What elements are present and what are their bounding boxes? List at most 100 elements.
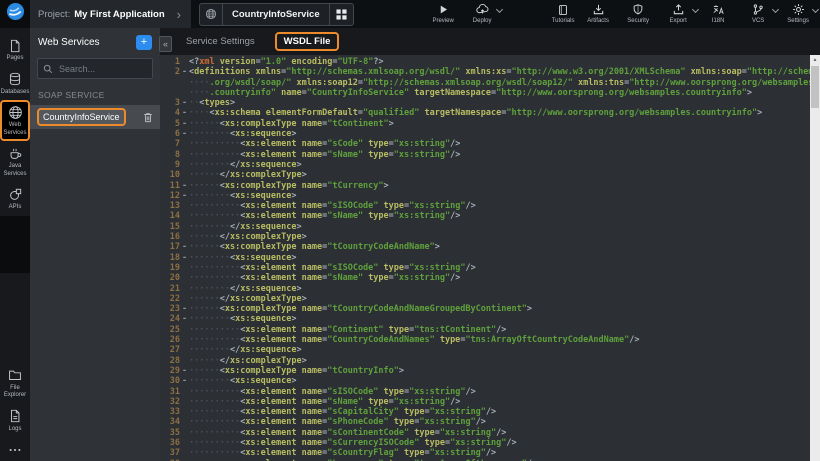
line-number[interactable]: 33: [160, 407, 180, 417]
code-line[interactable]: 31··········<xs:element name="sISOCode" …: [160, 387, 820, 397]
fold-marker[interactable]: -: [180, 119, 189, 129]
line-number[interactable]: 13: [160, 201, 180, 211]
fold-marker[interactable]: -: [180, 366, 189, 376]
search-box[interactable]: [37, 58, 153, 79]
scroll-up-arrow[interactable]: ▲: [810, 55, 820, 64]
deploy-button[interactable]: Deploy: [465, 0, 500, 24]
sidebar-item-web-services[interactable]: Web Services: [0, 100, 30, 141]
line-number[interactable]: 31: [160, 387, 180, 397]
tutorials-button[interactable]: Tutorials: [546, 0, 581, 24]
line-number[interactable]: 6: [160, 129, 180, 139]
export-button[interactable]: Export: [661, 0, 696, 24]
service-list-item[interactable]: CountryInfoService: [30, 105, 160, 129]
artifacts-button[interactable]: Artifacts: [581, 0, 616, 24]
tab-wsdl-file[interactable]: WSDL File: [275, 32, 340, 51]
line-number[interactable]: 37: [160, 448, 180, 458]
code-line[interactable]: 1<?xml version="1.0" encoding="UTF-8"?>: [160, 57, 820, 67]
line-number[interactable]: 30: [160, 376, 180, 386]
code-line[interactable]: 23-······<xs:complexType name="tCountryC…: [160, 304, 820, 314]
code-line[interactable]: 35··········<xs:element name="sContinent…: [160, 428, 820, 438]
code-line[interactable]: 13··········<xs:element name="sISOCode" …: [160, 201, 820, 211]
add-service-button[interactable]: +: [136, 35, 152, 50]
code-line[interactable]: 3-··<types>: [160, 98, 820, 108]
fold-marker[interactable]: -: [180, 67, 189, 77]
line-number[interactable]: [160, 88, 180, 98]
fold-marker[interactable]: -: [180, 129, 189, 139]
settings-button[interactable]: Settings: [781, 0, 816, 24]
code-line[interactable]: 29-······<xs:complexType name="tCountryI…: [160, 366, 820, 376]
code-line[interactable]: 37··········<xs:element name="sCountryFl…: [160, 448, 820, 458]
fold-marker[interactable]: -: [180, 108, 189, 118]
editor-scrollbar[interactable]: ▲: [810, 55, 820, 461]
line-number[interactable]: 21: [160, 284, 180, 294]
line-number[interactable]: 23: [160, 304, 180, 314]
service-tab[interactable]: CountryInfoService: [199, 3, 354, 26]
line-number[interactable]: 18: [160, 253, 180, 263]
line-number[interactable]: 28: [160, 356, 180, 366]
line-number[interactable]: [160, 78, 180, 88]
sidebar-item-pages[interactable]: Pages: [0, 33, 30, 67]
line-number[interactable]: 5: [160, 119, 180, 129]
fold-marker[interactable]: -: [180, 98, 189, 108]
line-number[interactable]: 17: [160, 242, 180, 252]
code-line[interactable]: 5-······<xs:complexType name="tContinent…: [160, 119, 820, 129]
code-line[interactable]: 2-<definitions xmlns="http://schemas.xml…: [160, 67, 820, 77]
fold-marker[interactable]: -: [180, 191, 189, 201]
code-line[interactable]: 16······</xs:complexType>: [160, 232, 820, 242]
line-number[interactable]: 24: [160, 314, 180, 324]
code-line[interactable]: 24-········<xs:sequence>: [160, 314, 820, 324]
fold-marker[interactable]: -: [180, 181, 189, 191]
line-number[interactable]: 29: [160, 366, 180, 376]
sidebar-item-file-explorer[interactable]: File Explorer: [0, 363, 30, 404]
line-number[interactable]: 20: [160, 273, 180, 283]
trash-icon[interactable]: [143, 112, 153, 123]
code-line[interactable]: 33··········<xs:element name="sCapitalCi…: [160, 407, 820, 417]
code-line[interactable]: 25··········<xs:element name="Continent"…: [160, 325, 820, 335]
code-line[interactable]: 20··········<xs:element name="sName" typ…: [160, 273, 820, 283]
line-number[interactable]: 10: [160, 170, 180, 180]
line-number[interactable]: 2: [160, 67, 180, 77]
code-line[interactable]: 28······</xs:complexType>: [160, 356, 820, 366]
service-name[interactable]: CountryInfoService: [37, 108, 126, 126]
code-line[interactable]: 8··········<xs:element name="sName" type…: [160, 150, 820, 160]
code-line[interactable]: 32··········<xs:element name="sName" typ…: [160, 397, 820, 407]
line-number[interactable]: 7: [160, 139, 180, 149]
line-number[interactable]: 34: [160, 417, 180, 427]
code-line[interactable]: 9········</xs:sequence>: [160, 160, 820, 170]
line-number[interactable]: 12: [160, 191, 180, 201]
line-number[interactable]: 27: [160, 345, 180, 355]
tab-service-settings[interactable]: Service Settings: [186, 36, 255, 47]
line-number[interactable]: 26: [160, 335, 180, 345]
code-line[interactable]: 11-······<xs:complexType name="tCurrency…: [160, 181, 820, 191]
code-line[interactable]: 7··········<xs:element name="sCode" type…: [160, 139, 820, 149]
line-number[interactable]: 36: [160, 438, 180, 448]
line-number[interactable]: 11: [160, 181, 180, 191]
project-name[interactable]: My First Application: [74, 9, 164, 20]
code-line[interactable]: 21········</xs:sequence>: [160, 284, 820, 294]
line-number[interactable]: 1: [160, 57, 180, 67]
code-line[interactable]: 22······</xs:complexType>: [160, 294, 820, 304]
line-number[interactable]: 3: [160, 98, 180, 108]
code-line[interactable]: 17-······<xs:complexType name="tCountryC…: [160, 242, 820, 252]
code-line[interactable]: 19··········<xs:element name="sISOCode" …: [160, 263, 820, 273]
sidebar-item-more[interactable]: [0, 437, 30, 461]
grid-icon[interactable]: [329, 4, 353, 25]
line-number[interactable]: 8: [160, 150, 180, 160]
line-number[interactable]: 32: [160, 397, 180, 407]
line-number[interactable]: 4: [160, 108, 180, 118]
sidebar-item-databases[interactable]: Databases: [0, 67, 30, 101]
code-line[interactable]: 12-········<xs:sequence>: [160, 191, 820, 201]
line-number[interactable]: 35: [160, 428, 180, 438]
line-number[interactable]: 19: [160, 263, 180, 273]
fold-marker[interactable]: -: [180, 242, 189, 252]
code-line[interactable]: 15········</xs:sequence>: [160, 222, 820, 232]
fold-marker[interactable]: -: [180, 314, 189, 324]
scroll-thumb[interactable]: [811, 66, 819, 108]
fold-marker[interactable]: -: [180, 376, 189, 386]
code-line[interactable]: 30-········<xs:sequence>: [160, 376, 820, 386]
code-line[interactable]: 26··········<xs:element name="CountryCod…: [160, 335, 820, 345]
sidebar-item-logs[interactable]: Logs: [0, 404, 30, 438]
sidebar-item-java-services[interactable]: Java Services: [0, 141, 30, 182]
fold-marker[interactable]: -: [180, 304, 189, 314]
wsdl-code-editor[interactable]: 1<?xml version="1.0" encoding="UTF-8"?>2…: [160, 55, 820, 461]
